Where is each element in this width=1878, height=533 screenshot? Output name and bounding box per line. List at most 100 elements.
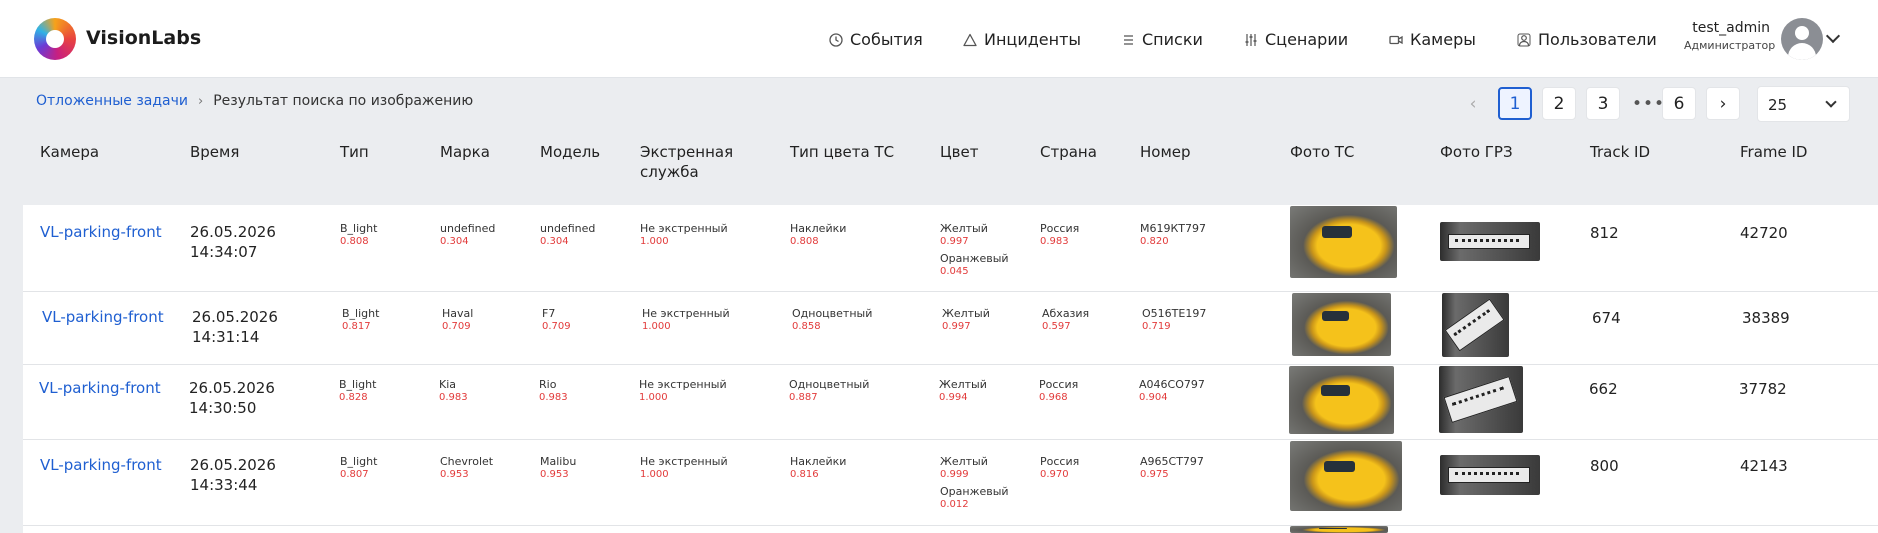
camera-link[interactable]: VL-parking-front	[40, 455, 162, 475]
vehicle-photo[interactable]	[1290, 206, 1397, 278]
color-type-value: Одноцветный 0.858	[792, 307, 873, 332]
nav-scenarios[interactable]: Сценарии	[1244, 27, 1348, 51]
type-value: B_light 0.817	[342, 307, 380, 332]
type-value: B_light 0.808	[340, 222, 378, 247]
col-header-type: Тип	[340, 143, 369, 161]
col-header-color-type: Тип цвета ТС	[790, 143, 895, 161]
chevron-down-icon	[1825, 96, 1837, 108]
color-value: Желтый 0.997	[942, 307, 990, 332]
emergency-value: Не экстренный 1.000	[640, 222, 728, 247]
col-header-plate-photo: Фото ГРЗ	[1440, 143, 1513, 161]
warning-icon	[963, 32, 977, 47]
vehicle-photo[interactable]	[1290, 441, 1402, 511]
nav-events-label: События	[850, 29, 923, 49]
col-header-emergency: Экстренная служба	[640, 143, 734, 181]
col-header-frame-id: Frame ID	[1740, 143, 1808, 161]
nav-users[interactable]: Пользователи	[1517, 27, 1657, 51]
col-header-time: Время	[190, 143, 240, 161]
emergency-value: Не экстренный 1.000	[640, 455, 728, 480]
model-value: undefined 0.304	[540, 222, 596, 247]
list-icon	[1121, 32, 1135, 46]
page-6-button[interactable]: 6	[1662, 87, 1696, 120]
color-value: Желтый 0.999 Оранжевый 0.012	[940, 455, 1009, 510]
breadcrumb: Отложенные задачи › Результат поиска по …	[36, 93, 473, 109]
track-id: 674	[1592, 309, 1621, 327]
event-time: 26.05.2026 14:33:44	[190, 456, 276, 494]
model-value: Rio 0.983	[539, 378, 568, 403]
plate-photo[interactable]	[1439, 366, 1523, 433]
breadcrumb-current: Результат поиска по изображению	[213, 93, 474, 109]
type-value: B_light 0.807	[340, 455, 378, 480]
frame-id: 38389	[1742, 309, 1790, 327]
avatar[interactable]	[1781, 18, 1823, 60]
chevron-down-icon[interactable]	[1825, 28, 1841, 44]
page-2-button[interactable]: 2	[1542, 87, 1576, 120]
user-role: Администратор	[1684, 39, 1776, 52]
nav-incidents[interactable]: Инциденты	[963, 27, 1081, 51]
user-info[interactable]: test_admin Администратор	[1684, 20, 1776, 52]
breadcrumb-parent-link[interactable]: Отложенные задачи	[36, 93, 188, 109]
event-time: 26.05.2026 14:34:07	[190, 223, 276, 261]
nav-events[interactable]: События	[829, 27, 923, 51]
visionlabs-logo-icon[interactable]	[34, 18, 76, 60]
plate-photo[interactable]	[1440, 455, 1540, 495]
page-size-select[interactable]: 25	[1757, 86, 1850, 122]
col-header-plate: Номер	[1140, 143, 1191, 161]
page-size-value: 25	[1768, 96, 1788, 114]
prev-page-button[interactable]: ‹	[1456, 87, 1490, 120]
vehicle-photo[interactable]	[1292, 293, 1391, 356]
plate-photo[interactable]	[1440, 222, 1540, 261]
col-header-track-id: Track ID	[1590, 143, 1650, 161]
col-header-vehicle-photo: Фото ТС	[1290, 143, 1355, 161]
color-type-value: Наклейки 0.816	[790, 455, 847, 480]
plate-photo[interactable]	[1442, 293, 1509, 357]
country-value: Россия 0.983	[1040, 222, 1080, 247]
emergency-value: Не экстренный 1.000	[639, 378, 727, 403]
nav-cameras[interactable]: Камеры	[1389, 27, 1476, 51]
color-type-value: Одноцветный 0.887	[789, 378, 870, 403]
plate-number-value: О516ТЕ197 0.719	[1142, 307, 1207, 332]
plate-number-value: М619КТ797 0.820	[1140, 222, 1207, 247]
plate-number-value: А965СТ797 0.975	[1140, 455, 1204, 480]
nav-lists[interactable]: Списки	[1121, 27, 1203, 51]
vehicle-photo[interactable]	[1289, 366, 1394, 434]
model-value: F7 0.709	[542, 307, 571, 332]
brand-value: Haval 0.709	[442, 307, 474, 332]
users-icon	[1517, 32, 1531, 47]
camera-link[interactable]: VL-parking-front	[42, 307, 164, 327]
nav-lists-label: Списки	[1142, 29, 1203, 49]
next-page-button[interactable]: ›	[1706, 87, 1740, 120]
brand-value: Chevrolet 0.953	[440, 455, 494, 480]
brand-name[interactable]: VisionLabs	[86, 27, 201, 49]
track-id: 800	[1590, 457, 1619, 475]
frame-id: 42720	[1740, 224, 1788, 242]
color-value: Желтый 0.994	[939, 378, 987, 403]
type-value: B_light 0.828	[339, 378, 377, 403]
event-time: 26.05.2026 14:30:50	[189, 379, 275, 417]
emergency-value: Не экстренный 1.000	[642, 307, 730, 332]
vehicle-photo[interactable]	[1290, 526, 1388, 533]
nav-cameras-label: Камеры	[1410, 29, 1476, 49]
frame-id: 42143	[1740, 457, 1788, 475]
brand-value: Kia 0.983	[439, 378, 468, 403]
camera-link[interactable]: VL-parking-front	[39, 378, 161, 398]
camera-link[interactable]: VL-parking-front	[40, 222, 162, 242]
frame-id: 37782	[1739, 380, 1787, 398]
col-header-color: Цвет	[940, 143, 979, 161]
col-header-country: Страна	[1040, 143, 1097, 161]
page-3-button[interactable]: 3	[1586, 87, 1620, 120]
sliders-icon	[1244, 32, 1258, 46]
camera-icon	[1389, 32, 1403, 46]
page-1-button[interactable]: 1	[1498, 87, 1532, 120]
model-value: Malibu 0.953	[540, 455, 577, 480]
pagination-ellipsis: •••	[1632, 94, 1666, 114]
col-header-camera: Камера	[40, 143, 100, 161]
user-name: test_admin	[1692, 20, 1770, 36]
plate-number-value: А046СО797 0.904	[1139, 378, 1205, 403]
brand-value: undefined 0.304	[440, 222, 496, 247]
country-value: Абхазия 0.597	[1042, 307, 1090, 332]
color-type-value: Наклейки 0.808	[790, 222, 847, 247]
clock-icon	[829, 32, 843, 47]
col-header-brand: Марка	[440, 143, 490, 161]
track-id: 662	[1589, 380, 1618, 398]
